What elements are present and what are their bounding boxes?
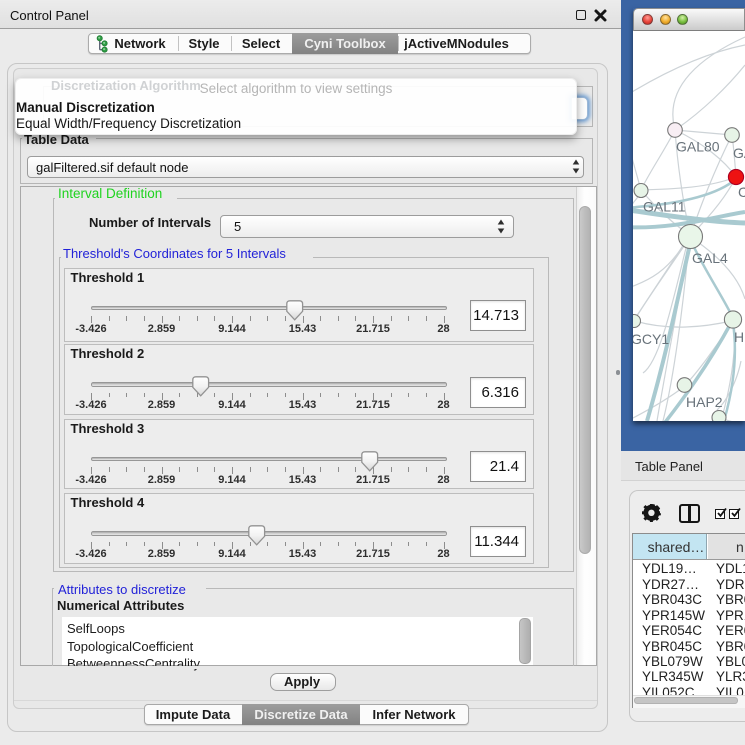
svg-text:C: C xyxy=(738,184,745,200)
svg-text:GAL80: GAL80 xyxy=(676,139,720,155)
svg-text:GAL4: GAL4 xyxy=(692,250,728,266)
svg-text:HAP2: HAP2 xyxy=(686,394,723,410)
svg-text:H: H xyxy=(734,329,744,345)
svg-text:GAL11: GAL11 xyxy=(643,199,686,215)
svg-text:GA: GA xyxy=(733,145,745,161)
svg-text:GCY1: GCY1 xyxy=(633,331,669,347)
